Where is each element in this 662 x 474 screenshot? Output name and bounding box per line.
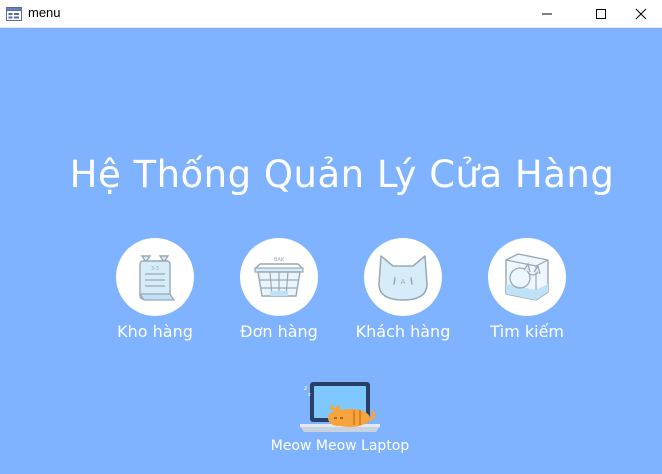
menu-label-search: Tìm kiếm (489, 322, 565, 341)
title-bar: menu (0, 0, 662, 28)
menu-item-inventory[interactable]: 3·3 Kho hàng (95, 238, 215, 341)
minimize-icon (542, 13, 552, 14)
menu-item-customers[interactable]: A Khách hàng (343, 238, 463, 341)
main-panel: Hệ Thống Quản Lý Cửa Hàng 3·3 Kho hàng B… (0, 28, 662, 474)
form-icon (6, 6, 22, 21)
svg-text:3·3: 3·3 (151, 266, 159, 272)
shopping-basket-icon: BAK (254, 257, 304, 297)
inventory-circle[interactable]: 3·3 (116, 238, 194, 316)
cat-face-icon: A (378, 255, 428, 301)
svg-text:A: A (401, 278, 406, 286)
menu-item-orders[interactable]: BAK Đơn hàng (219, 238, 339, 341)
menu-label-orders: Đơn hàng (240, 322, 318, 341)
cat-in-box-search-icon (505, 253, 549, 301)
minimize-button[interactable] (524, 0, 570, 27)
maximize-icon (596, 8, 606, 19)
close-icon (635, 8, 647, 19)
sleeping-cat-laptop-icon: z z (300, 382, 380, 432)
footer-logo: z z Meow Meow Laptop (265, 380, 415, 454)
menu-label-customers: Khách hàng (355, 322, 451, 341)
svg-text:z: z (308, 392, 311, 398)
svg-text:BAK: BAK (274, 257, 285, 263)
menu-label-inventory: Kho hàng (117, 322, 193, 341)
close-button[interactable] (618, 0, 662, 27)
search-circle[interactable] (488, 238, 566, 316)
footer-label: Meow Meow Laptop (270, 438, 410, 454)
orders-circle[interactable]: BAK (240, 238, 318, 316)
window-title: menu (28, 5, 61, 20)
menu-item-search[interactable]: Tìm kiếm (467, 238, 587, 341)
inventory-box-icon: 3·3 (138, 255, 176, 301)
customers-circle[interactable]: A (364, 238, 442, 316)
svg-text:z: z (304, 385, 307, 392)
page-title: Hệ Thống Quản Lý Cửa Hàng (69, 153, 615, 196)
